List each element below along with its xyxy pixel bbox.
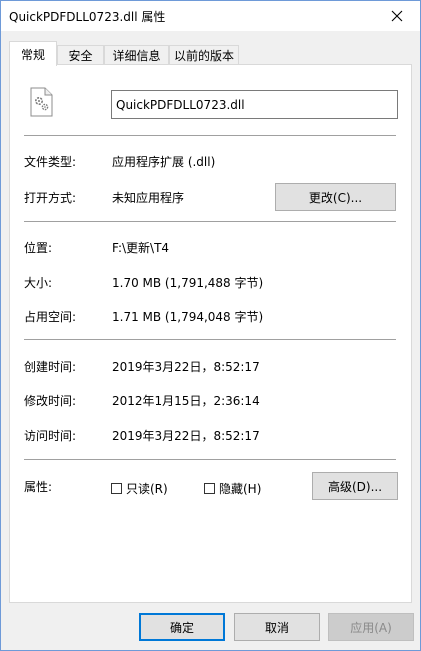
hidden-label: 隐藏(H) [219,482,262,496]
checkbox-box[interactable] [204,483,215,494]
apply-button[interactable]: 应用(A) [328,613,414,641]
advanced-button[interactable]: 高级(D)... [312,472,398,500]
file-type-value: 应用程序扩展 (.dll) [112,155,216,169]
size-value: 1.70 MB (1,791,488 字节) [112,276,264,290]
readonly-checkbox[interactable]: 只读(R) [111,480,168,497]
general-panel: 文件类型: 应用程序扩展 (.dll) 打开方式: 未知应用程序 更改(C)..… [9,64,412,603]
modified-value: 2012年1月15日，2:36:14 [112,394,260,408]
location-label: 位置: [24,241,53,255]
close-button[interactable] [374,1,420,31]
open-with-label: 打开方式: [24,191,77,205]
divider [24,339,396,340]
title-bar[interactable]: QuickPDFDLL0723.dll 属性 [1,1,420,31]
change-button[interactable]: 更改(C)... [275,183,396,211]
tab-details[interactable]: 详细信息 [104,45,169,65]
created-value: 2019年3月22日，8:52:17 [112,360,260,374]
modified-label: 修改时间: [24,394,77,408]
ok-button[interactable]: 确定 [139,613,225,641]
divider [24,221,396,222]
hidden-checkbox[interactable]: 隐藏(H) [204,480,261,497]
open-with-value: 未知应用程序 [112,191,185,205]
attributes-label: 属性: [24,480,53,494]
accessed-value: 2019年3月22日，8:52:17 [112,429,260,443]
tab-previous-versions[interactable]: 以前的版本 [169,45,239,65]
size-on-disk-value: 1.71 MB (1,794,048 字节) [112,310,264,324]
size-label: 大小: [24,276,53,290]
size-on-disk-label: 占用空间: [24,310,77,324]
divider [24,135,396,136]
file-name-input[interactable] [111,90,398,119]
tab-general[interactable]: 常规 [9,41,57,66]
accessed-label: 访问时间: [24,429,77,443]
close-icon [391,10,403,22]
readonly-label: 只读(R) [126,482,168,496]
file-type-label: 文件类型: [24,155,77,169]
dll-file-icon [30,87,54,120]
created-label: 创建时间: [24,360,77,374]
divider [24,459,396,460]
tab-security[interactable]: 安全 [57,45,104,65]
checkbox-box[interactable] [111,483,122,494]
window-title: QuickPDFDLL0723.dll 属性 [9,10,166,24]
location-value: F:\更新\T4 [112,241,170,255]
properties-window: QuickPDFDLL0723.dll 属性 常规 安全 详细信息 以前的版本 … [0,0,421,651]
cancel-button[interactable]: 取消 [234,613,320,641]
